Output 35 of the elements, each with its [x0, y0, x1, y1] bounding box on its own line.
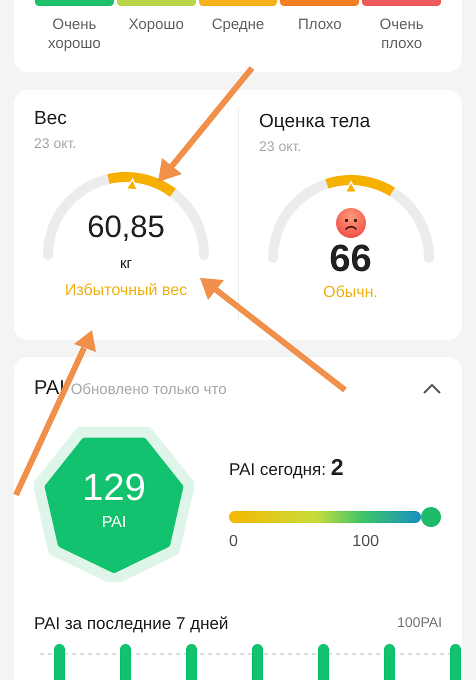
weight-unit: кг [120, 255, 132, 272]
weight-status: Избыточный вес [64, 282, 188, 300]
pai-bar [186, 644, 197, 680]
week-max: 100PAI [397, 614, 442, 632]
metric-title: Оценка тела [259, 110, 372, 134]
pai-bar [54, 644, 65, 680]
pai-total: 129 [82, 466, 146, 510]
sad-face-icon [336, 208, 366, 238]
progress-thumb [421, 506, 441, 526]
score-value: 66 [329, 238, 372, 280]
gauge-segment [325, 175, 394, 196]
pai-bar [384, 644, 395, 680]
scale-max: 100 [352, 532, 379, 550]
chevron-icon[interactable] [422, 382, 442, 394]
metric-title: Вес [34, 107, 68, 131]
pai-bar [318, 644, 329, 680]
pai-today: PAI сегодня: 2 [229, 460, 344, 478]
rating-label: Средне [212, 15, 264, 34]
rating-label: Очень плохо [378, 15, 425, 53]
pai-bar [120, 644, 131, 680]
scale-min: 0 [229, 532, 238, 550]
score-status: Обычн. [323, 284, 378, 302]
metric-date: 23 окт. [259, 138, 302, 154]
week-title: PAI за последние 7 дней [34, 614, 228, 634]
gauge-segment [108, 172, 176, 197]
weight-value: 60,85 [87, 209, 165, 245]
gauge-marker [124, 178, 139, 191]
metric-date: 23 окт. [34, 135, 78, 151]
update-status: Обновлено только что [70, 381, 227, 398]
pai-bar [252, 644, 263, 680]
pai-bar [450, 644, 461, 680]
pai-total-unit: PAI [102, 514, 126, 532]
rating-label: Плохо [298, 15, 342, 34]
rating-label: Очень хорошо [47, 15, 102, 53]
rating-label: Хорошо [128, 15, 184, 34]
